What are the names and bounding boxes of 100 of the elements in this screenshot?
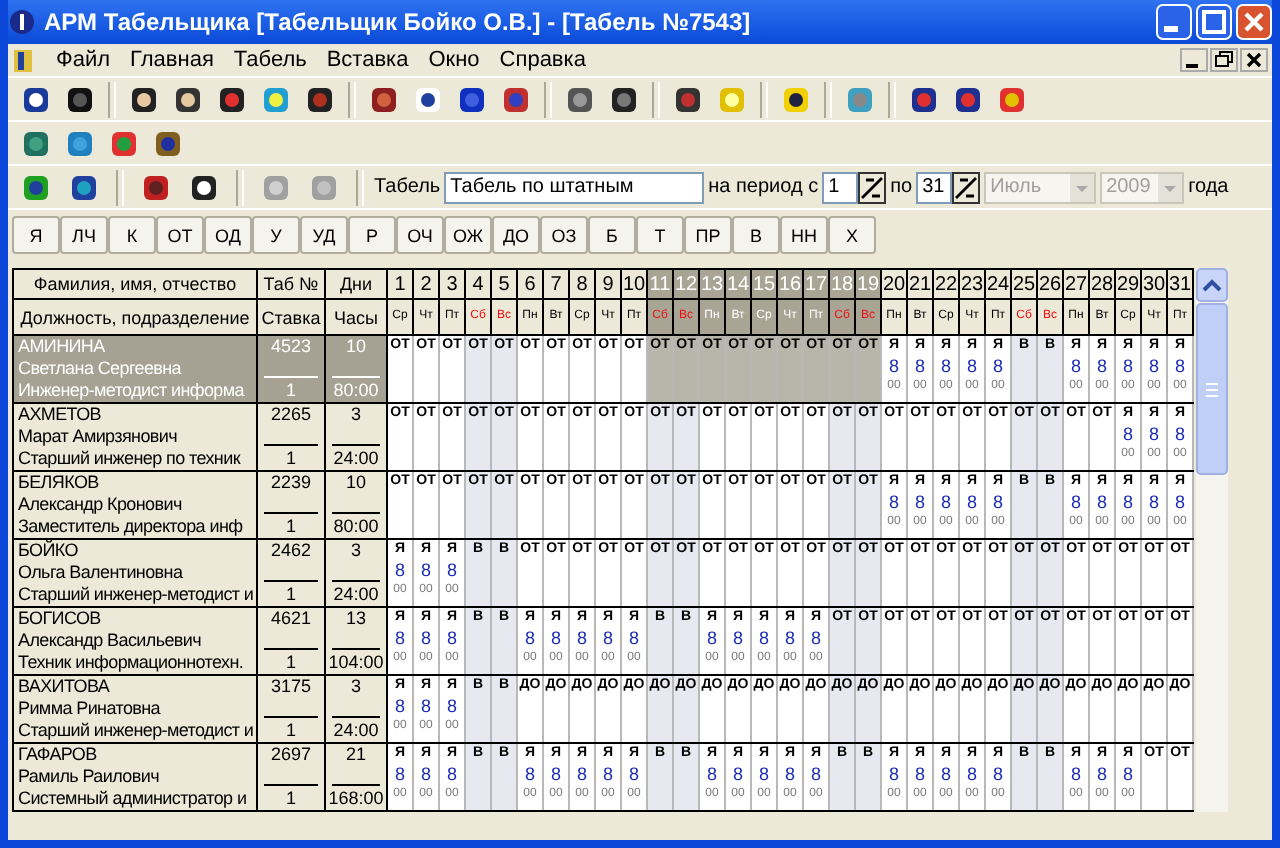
hours-value: 80:00 [331, 378, 381, 401]
tab-number: 2265 [264, 405, 318, 446]
employee-name: Александр Кронович [18, 494, 184, 516]
tab-number: 3175 [264, 677, 318, 718]
days-value: 3 [332, 405, 380, 446]
employee-cell[interactable]: БЕЛЯКОВ Александр Кронович Заместитель директора инф [13, 471, 257, 539]
tab-number: 2239 [264, 473, 318, 514]
day-number-header[interactable]: 3 [439, 269, 465, 299]
employee-cell[interactable]: ГАФАРОВ Рамиль Раилович Системный администратор и [13, 743, 257, 811]
employee-position: Старший инженер-методист и [18, 720, 256, 742]
code-button[interactable]: УД [300, 216, 348, 254]
code-button[interactable]: ОЖ [444, 216, 492, 254]
maximize-icon[interactable] [1196, 4, 1232, 40]
day-number-header[interactable]: 31 [1167, 269, 1193, 299]
rate-value: 1 [283, 650, 298, 673]
code-button[interactable]: Х [828, 216, 876, 254]
day-number-header[interactable]: 20 [881, 269, 907, 299]
day-number-header[interactable]: 23 [959, 269, 985, 299]
employee-position: Системный администратор и [18, 788, 249, 810]
restore-icon[interactable] [1210, 48, 1238, 72]
day-number-header[interactable]: 1 [387, 269, 413, 299]
employee-name: Светлана Сергеевна [18, 358, 184, 380]
day-number-header[interactable]: 2 [413, 269, 439, 299]
employee-position: Старший инженер-методист и [18, 584, 256, 606]
code-button[interactable]: Р [348, 216, 396, 254]
column-header: Фамилия, имя, отчество [13, 269, 257, 299]
employee-surname: БЕЛЯКОВ [18, 472, 101, 494]
day-number-header[interactable]: 24 [985, 269, 1011, 299]
rate-value: 1 [283, 378, 298, 401]
window-title: АРМ Табельщика [Табельщик Бойко О.В.] - [Табель №7543] [44, 8, 753, 36]
minimize-icon[interactable] [1180, 48, 1208, 72]
employee-surname: ГАФАРОВ [18, 744, 99, 766]
day-number-header[interactable]: 21 [907, 269, 933, 299]
code-button[interactable]: Я [12, 216, 60, 254]
day-number-header[interactable]: 30 [1141, 269, 1167, 299]
code-button[interactable]: В [732, 216, 780, 254]
app-icon [8, 8, 36, 36]
code-button[interactable]: ОТ [156, 216, 204, 254]
code-button[interactable]: ДО [492, 216, 540, 254]
day-number-header[interactable]: 27 [1063, 269, 1089, 299]
tab-number: 4523 [264, 337, 318, 378]
day-number-header[interactable]: 28 [1089, 269, 1115, 299]
employee-cell[interactable]: АХМЕТОВ Марат Амирзянович Старший инженер по техник [13, 403, 257, 471]
caret-icon [1070, 173, 1095, 201]
day-number-header[interactable]: 25 [1011, 269, 1037, 299]
employee-cell[interactable]: БОГИСОВ Александр Васильевич Техник информационнотехн. [13, 607, 257, 675]
code-button[interactable]: ОЗ [540, 216, 588, 254]
days-value: 13 [332, 609, 380, 650]
employee-position: Старший инженер по техник [18, 448, 243, 470]
code-button[interactable]: Т [636, 216, 684, 254]
code-button[interactable]: К [108, 216, 156, 254]
employee-position: Инженер-методист информа [18, 380, 247, 402]
code-button[interactable]: У [252, 216, 300, 254]
timesheet-field[interactable]: Табель по штатным [444, 171, 705, 203]
code-button[interactable]: Б [588, 216, 636, 254]
period-label: на период с [708, 176, 819, 198]
day-number-header[interactable]: 8 [569, 269, 595, 299]
employee-cell[interactable]: ВАХИТОВА Римма Ринатовна Старший инженер-методист и [13, 675, 257, 743]
timesheet-label: Табель [374, 176, 441, 198]
rate-value: 1 [283, 786, 298, 809]
employee-cell[interactable]: БОЙКО Ольга Валентиновна Старший инженер-методист и [13, 539, 257, 607]
code-button[interactable]: ОД [204, 216, 252, 254]
close-icon[interactable] [1240, 48, 1268, 72]
column-header: Должность, подразделение [13, 299, 257, 335]
day-number-header[interactable]: 10 [621, 269, 647, 299]
day-number-header[interactable]: 29 [1115, 269, 1141, 299]
day-number-header[interactable]: 4 [465, 269, 491, 299]
day-number-header[interactable]: 7 [543, 269, 569, 299]
rate-value: 1 [283, 446, 298, 469]
employee-name: Римма Ринатовна [18, 698, 163, 720]
hours-value: 80:00 [331, 514, 381, 537]
days-value: 21 [332, 745, 380, 786]
employee-position: Заместитель директора инф [18, 516, 245, 538]
code-button[interactable]: НН [780, 216, 828, 254]
menu-item[interactable]: Окно [428, 48, 480, 72]
day-number-header[interactable]: 22 [933, 269, 959, 299]
to-field[interactable]: 31 [916, 171, 953, 203]
menu-item[interactable]: Табель [233, 48, 307, 72]
caret-icon [1158, 173, 1183, 201]
employee-surname: АМИНИНА [18, 336, 107, 358]
employee-name: Александр Васильевич [18, 630, 204, 652]
day-number-header[interactable]: 6 [517, 269, 543, 299]
hours-value: 104:00 [327, 650, 385, 673]
code-button[interactable]: ОЧ [396, 216, 444, 254]
menu-item[interactable]: Файл [56, 48, 111, 72]
from-field[interactable]: 1 [822, 171, 859, 203]
code-button[interactable]: ЛЧ [60, 216, 108, 254]
tab-number: 2462 [264, 541, 318, 582]
menu-item[interactable]: Вставка [326, 48, 409, 72]
to-label: по [890, 176, 913, 198]
menu-item[interactable]: Главная [130, 48, 214, 72]
code-button[interactable]: ПР [684, 216, 732, 254]
menu-item[interactable]: Справка [499, 48, 586, 72]
day-number-header[interactable]: 5 [491, 269, 517, 299]
employee-name: Рамиль Раилович [18, 766, 161, 788]
days-value: 3 [332, 677, 380, 718]
vertical-scrollbar[interactable] [1196, 268, 1228, 812]
day-number-header[interactable]: 26 [1037, 269, 1063, 299]
days-value: 10 [332, 473, 380, 514]
day-number-header[interactable]: 9 [595, 269, 621, 299]
